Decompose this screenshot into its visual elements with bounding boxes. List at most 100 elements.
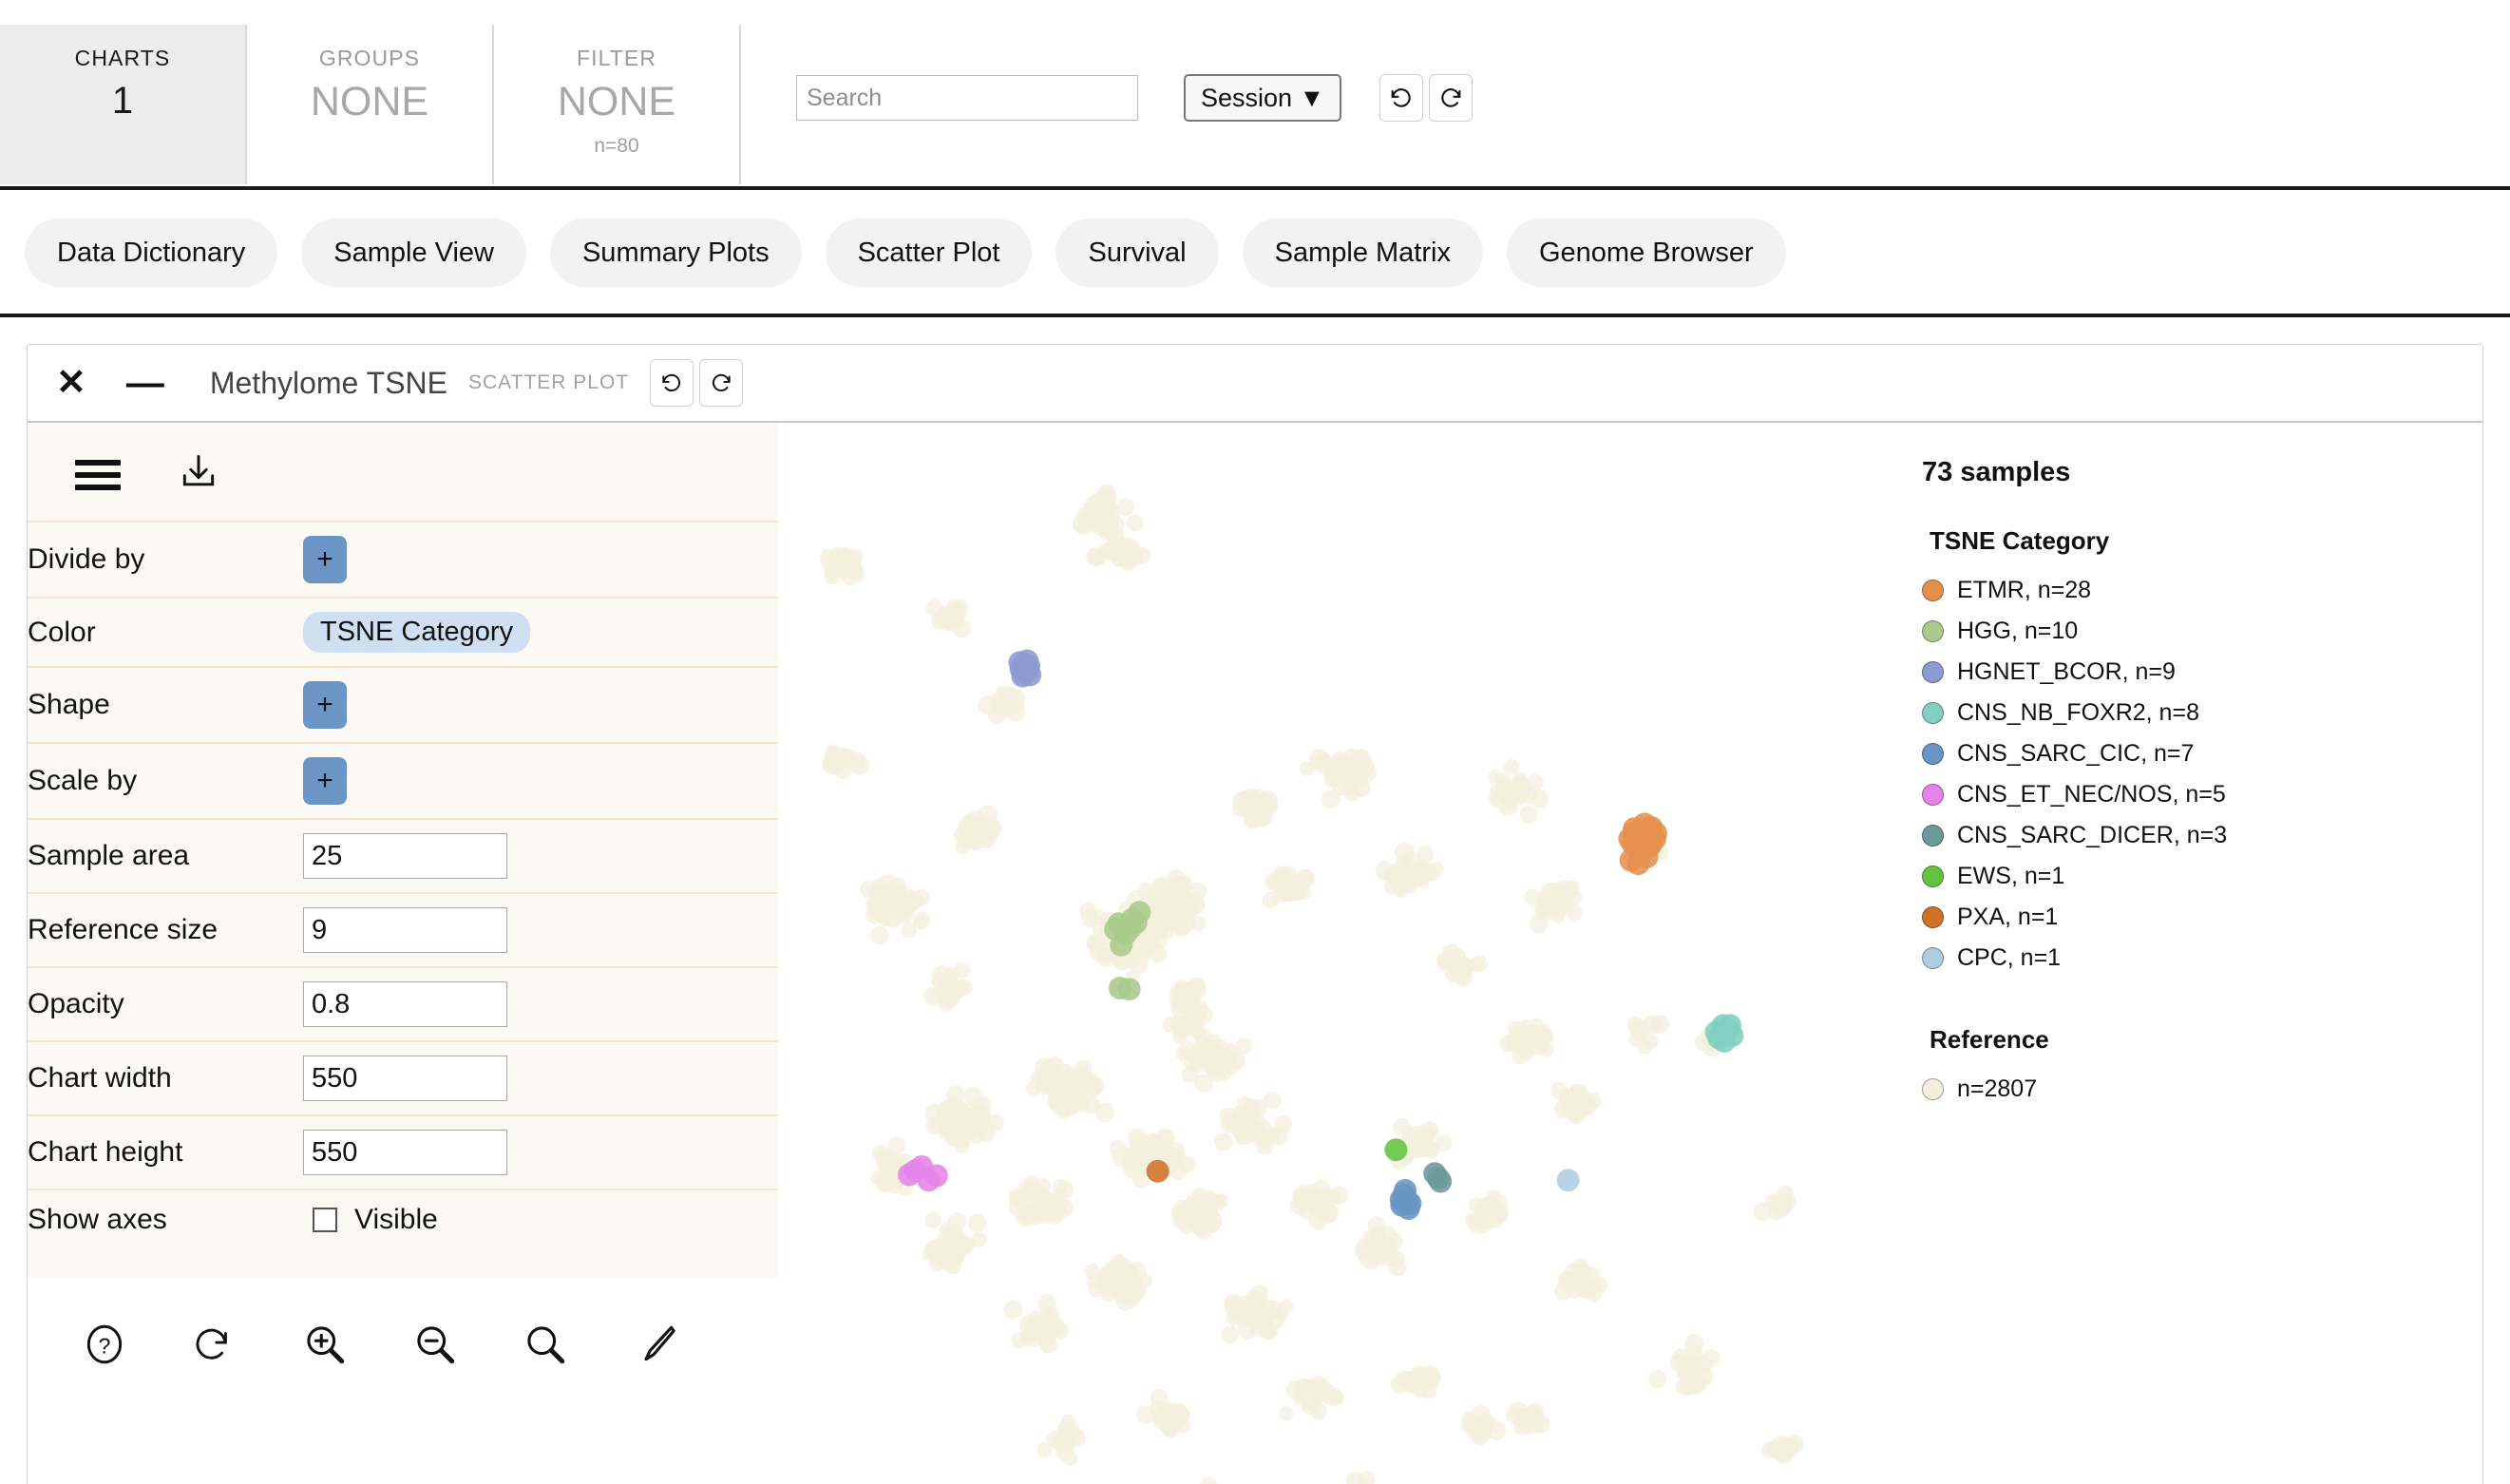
reference-point[interactable] bbox=[949, 1229, 968, 1247]
reference-point[interactable] bbox=[1051, 1321, 1070, 1340]
scatter-plot-svg[interactable] bbox=[778, 423, 1874, 1484]
reference-size-input[interactable] bbox=[303, 907, 507, 953]
reference-point[interactable] bbox=[1577, 1095, 1597, 1115]
legend-item-1[interactable]: HGG, n=10 bbox=[1922, 618, 2482, 645]
brush-icon[interactable] bbox=[632, 1321, 742, 1368]
reference-point[interactable] bbox=[1167, 869, 1187, 888]
reference-point[interactable] bbox=[1167, 887, 1184, 904]
reference-point[interactable] bbox=[1004, 687, 1020, 704]
download-icon[interactable] bbox=[178, 451, 219, 498]
reference-point[interactable] bbox=[1471, 1428, 1489, 1446]
reference-point[interactable] bbox=[1550, 1081, 1569, 1099]
reference-point[interactable] bbox=[1525, 1414, 1545, 1434]
sample-point-PXA[interactable] bbox=[1146, 1159, 1169, 1183]
summary-cell-filter[interactable]: FILTER NONE n=80 bbox=[494, 25, 741, 184]
reference-point[interactable] bbox=[1684, 1333, 1704, 1353]
reference-point[interactable] bbox=[1161, 1419, 1178, 1437]
reference-point[interactable] bbox=[1008, 1199, 1027, 1217]
reference-point[interactable] bbox=[1158, 924, 1174, 941]
reference-point[interactable] bbox=[1182, 981, 1200, 999]
tab-genome-browser[interactable]: Genome Browser bbox=[1506, 219, 1786, 287]
minimize-icon[interactable]: — bbox=[126, 364, 164, 402]
reference-point[interactable] bbox=[1553, 1100, 1572, 1119]
help-icon[interactable]: ? bbox=[81, 1321, 191, 1368]
reference-point[interactable] bbox=[1343, 784, 1361, 802]
reference-point[interactable] bbox=[1132, 949, 1150, 966]
reference-point[interactable] bbox=[958, 1120, 977, 1138]
reference-point[interactable] bbox=[941, 610, 960, 629]
reference-point[interactable] bbox=[1328, 1390, 1344, 1406]
reference-point[interactable] bbox=[1517, 1044, 1534, 1061]
zoom-out-icon[interactable] bbox=[411, 1321, 522, 1368]
sample-point-EWS[interactable] bbox=[1384, 1138, 1408, 1162]
legend-item-4[interactable]: CNS_SARC_CIC, n=7 bbox=[1922, 740, 2482, 768]
tab-survival[interactable]: Survival bbox=[1055, 219, 1219, 287]
reference-point[interactable] bbox=[1189, 1056, 1207, 1074]
reference-point[interactable] bbox=[953, 1137, 970, 1153]
reference-point[interactable] bbox=[1690, 1374, 1708, 1391]
reference-point[interactable] bbox=[1184, 998, 1201, 1015]
reference-point[interactable] bbox=[1234, 1128, 1251, 1146]
reference-point[interactable] bbox=[1112, 1148, 1131, 1168]
reference-point[interactable] bbox=[1273, 886, 1290, 904]
reference-point[interactable] bbox=[870, 926, 889, 945]
sample-point-CNS_SARC_DICER[interactable] bbox=[1429, 1170, 1453, 1193]
reference-point[interactable] bbox=[1128, 1128, 1148, 1148]
redo-icon[interactable] bbox=[1429, 74, 1474, 122]
reference-point[interactable] bbox=[1046, 1200, 1067, 1220]
reference-point[interactable] bbox=[1026, 1204, 1042, 1220]
reference-point[interactable] bbox=[1150, 1388, 1168, 1406]
reference-point[interactable] bbox=[1023, 1318, 1040, 1335]
reference-point[interactable] bbox=[1529, 914, 1549, 934]
reference-point[interactable] bbox=[1003, 1300, 1023, 1320]
reference-point[interactable] bbox=[1408, 1125, 1425, 1143]
reference-point[interactable] bbox=[1213, 1192, 1229, 1208]
sample-point-CNS_ET_NEC/NOS[interactable] bbox=[917, 1169, 941, 1192]
reference-point[interactable] bbox=[1477, 1196, 1496, 1214]
chart-height-input[interactable] bbox=[303, 1130, 507, 1175]
reference-point[interactable] bbox=[1296, 885, 1311, 901]
reference-point[interactable] bbox=[1560, 1272, 1580, 1292]
reference-point[interactable] bbox=[1221, 1325, 1239, 1344]
reference-point[interactable] bbox=[1214, 1132, 1233, 1151]
reference-point[interactable] bbox=[846, 561, 863, 578]
reference-point[interactable] bbox=[1036, 1070, 1055, 1087]
reference-point[interactable] bbox=[1530, 789, 1549, 809]
legend-item-9[interactable]: CPC, n=1 bbox=[1922, 944, 2482, 972]
reference-point[interactable] bbox=[1499, 1035, 1517, 1053]
reference-point[interactable] bbox=[1176, 1418, 1191, 1434]
reference-point[interactable] bbox=[865, 904, 885, 924]
reference-point[interactable] bbox=[887, 1136, 905, 1154]
reference-point[interactable] bbox=[1637, 1038, 1653, 1055]
reference-point[interactable] bbox=[1084, 1263, 1100, 1280]
reference-point[interactable] bbox=[1519, 806, 1538, 824]
reference-point[interactable] bbox=[1263, 1300, 1282, 1319]
reference-point[interactable] bbox=[1537, 1028, 1553, 1043]
reference-point[interactable] bbox=[1407, 1140, 1426, 1159]
legend-item-7[interactable]: EWS, n=1 bbox=[1922, 863, 2482, 890]
reference-point[interactable] bbox=[1070, 1076, 1088, 1094]
reference-point[interactable] bbox=[971, 1231, 987, 1247]
reference-point[interactable] bbox=[1292, 1187, 1307, 1203]
reference-point[interactable] bbox=[1779, 1436, 1799, 1456]
reference-point[interactable] bbox=[1029, 1185, 1045, 1202]
reference-point[interactable] bbox=[1096, 947, 1112, 963]
reference-point[interactable] bbox=[1380, 1247, 1400, 1266]
tab-scatter-plot[interactable]: Scatter Plot bbox=[825, 219, 1033, 287]
reset-icon[interactable] bbox=[191, 1322, 301, 1366]
sample-point-ETMR[interactable] bbox=[1641, 825, 1664, 848]
search-zoom-icon[interactable] bbox=[522, 1321, 632, 1368]
legend-item-3[interactable]: CNS_NB_FOXR2, n=8 bbox=[1922, 699, 2482, 727]
legend-item-6[interactable]: CNS_SARC_DICER, n=3 bbox=[1922, 822, 2482, 849]
summary-cell-groups[interactable]: GROUPS NONE bbox=[247, 25, 494, 184]
reference-point[interactable] bbox=[946, 1085, 965, 1104]
reference-point[interactable] bbox=[988, 705, 1007, 724]
reference-point[interactable] bbox=[1111, 551, 1127, 567]
reference-point[interactable] bbox=[1503, 759, 1520, 775]
reference-point[interactable] bbox=[1126, 514, 1144, 532]
sample-point-HGG[interactable] bbox=[1117, 978, 1141, 1001]
reference-point[interactable] bbox=[1249, 1129, 1266, 1145]
reference-point[interactable] bbox=[1369, 1227, 1387, 1246]
show-axes-checkbox[interactable] bbox=[313, 1208, 337, 1232]
reference-point[interactable] bbox=[1086, 547, 1105, 566]
